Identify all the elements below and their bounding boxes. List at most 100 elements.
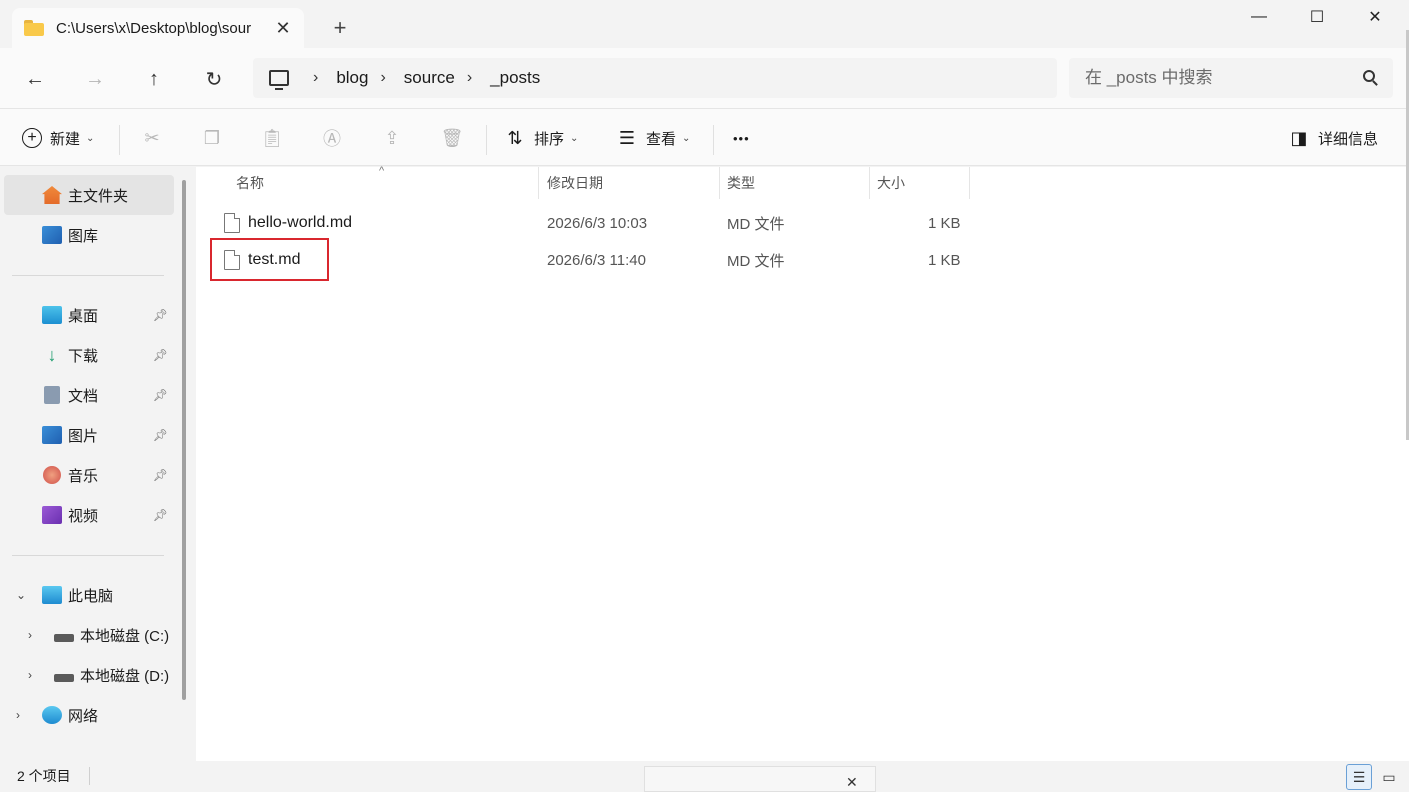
drive-icon <box>54 674 74 682</box>
back-button[interactable]: ← <box>18 62 52 96</box>
search-icon[interactable] <box>1363 70 1375 82</box>
scissors-icon: ✂ <box>144 127 160 148</box>
file-icon <box>224 250 240 270</box>
sidebar-item-label: 主文件夹 <box>68 187 129 205</box>
column-header-size[interactable]: 大小 <box>869 167 969 199</box>
sidebar-item-drive-c[interactable]: › 本地磁盘 (C:) <box>4 615 174 655</box>
pin-icon[interactable]: 📌︎ <box>153 348 168 362</box>
sidebar-item-gallery[interactable]: 图库 <box>4 215 174 255</box>
pin-icon[interactable]: 📌︎ <box>153 468 168 482</box>
column-label: 类型 <box>727 175 755 191</box>
sidebar-item-home[interactable]: 主文件夹 <box>4 175 174 215</box>
close-button[interactable]: ✕ <box>1346 0 1404 34</box>
sidebar-item-music[interactable]: 音乐 📌︎ <box>4 455 174 495</box>
file-row[interactable]: hello-world.md 2026/6/3 10:03 MD 文件 1 KB <box>212 205 972 241</box>
divider <box>713 125 714 155</box>
sidebar-item-documents[interactable]: 文档 📌︎ <box>4 375 174 415</box>
details-pane-icon: ◨ <box>1290 127 1308 148</box>
chevron-right-icon[interactable]: › <box>28 668 32 682</box>
column-label: 大小 <box>877 175 905 191</box>
chevron-down-icon: ⌄ <box>682 132 691 144</box>
file-type: MD 文件 <box>727 252 785 270</box>
file-size: 1 KB <box>928 251 961 269</box>
tab-close-icon[interactable]: ✕ <box>272 17 294 39</box>
breadcrumb-source[interactable]: source <box>404 68 455 88</box>
chevron-right-icon[interactable]: › <box>380 69 385 87</box>
copy-button[interactable]: ❐ <box>201 123 231 153</box>
rename-button[interactable]: Ⓐ <box>321 123 351 153</box>
network-icon <box>42 706 62 724</box>
pin-icon[interactable]: 📌︎ <box>153 508 168 522</box>
pin-icon[interactable]: 📌︎ <box>153 308 168 322</box>
chevron-right-icon[interactable]: › <box>28 628 32 642</box>
share-icon: ⇪ <box>384 127 400 148</box>
sidebar-item-label: 本地磁盘 (C:) <box>80 627 170 645</box>
column-header-type[interactable]: 类型 <box>719 167 869 199</box>
clipboard-icon: 📋︎ <box>260 127 284 148</box>
sidebar-item-drive-d[interactable]: › 本地磁盘 (D:) <box>4 655 174 695</box>
search-input[interactable] <box>1085 68 1345 88</box>
chevron-right-icon[interactable]: › <box>313 69 318 87</box>
close-icon[interactable]: ✕ <box>846 774 858 791</box>
details-button[interactable]: ◨ 详细信息 <box>1288 123 1378 153</box>
file-name-cell[interactable]: test.md <box>224 242 300 278</box>
chevron-down-icon[interactable]: ⌄ <box>16 588 26 602</box>
pin-icon[interactable]: 📌︎ <box>153 428 168 442</box>
file-name: test.md <box>248 251 301 268</box>
download-icon: ↓ <box>47 345 57 365</box>
window-thumbnail-preview[interactable] <box>644 766 876 792</box>
sidebar-item-pictures[interactable]: 图片 📌︎ <box>4 415 174 455</box>
new-button[interactable]: + 新建 ⌄ <box>22 123 94 153</box>
gallery-icon <box>42 226 62 244</box>
search-box[interactable] <box>1069 58 1393 98</box>
cut-button[interactable]: ✂ <box>141 123 171 153</box>
sort-button[interactable]: ⇅ 排序 ⌄ <box>504 123 578 153</box>
maximize-button[interactable]: ☐ <box>1288 0 1346 34</box>
explorer-tab[interactable]: C:\Users\x\Desktop\blog\sour ✕ <box>12 8 304 48</box>
chevron-down-icon: ⌄ <box>86 132 95 144</box>
item-count: 2 个项目 <box>17 768 71 784</box>
folder-icon <box>24 20 44 36</box>
column-header-modified[interactable]: 修改日期 <box>539 167 719 199</box>
breadcrumb-posts[interactable]: _posts <box>490 68 540 88</box>
column-label: 修改日期 <box>547 175 603 191</box>
forward-button[interactable]: → <box>78 62 112 96</box>
sidebar-item-network[interactable]: › 网络 <box>4 695 174 735</box>
sidebar-scrollbar[interactable] <box>182 180 186 700</box>
chevron-right-icon[interactable]: › <box>467 69 472 87</box>
sidebar-item-videos[interactable]: 视频 📌︎ <box>4 495 174 535</box>
view-button[interactable]: ☰ 查看 ⌄ <box>616 123 690 153</box>
address-field[interactable]: › blog › source › _posts <box>253 58 1057 98</box>
paste-button[interactable]: 📋︎ <box>261 123 291 153</box>
details-view-icon[interactable]: ☰ <box>1346 764 1372 790</box>
refresh-button[interactable]: ↻ <box>197 62 231 96</box>
address-toolbar: ← → ↑ ↻ › blog › source › _posts <box>0 48 1409 108</box>
file-name-cell[interactable]: hello-world.md <box>224 205 352 241</box>
sidebar-item-label: 图库 <box>68 227 99 245</box>
file-row[interactable]: test.md 2026/6/3 11:40 MD 文件 1 KB <box>212 242 972 278</box>
more-options-button[interactable]: ••• <box>733 123 750 153</box>
new-tab-button[interactable]: + <box>328 16 352 40</box>
tiles-view-icon[interactable]: ▭ <box>1376 764 1402 790</box>
sidebar-item-label: 网络 <box>68 707 99 725</box>
breadcrumb-blog[interactable]: blog <box>336 68 368 88</box>
sidebar-item-label: 桌面 <box>68 307 99 325</box>
chevron-down-icon: ⌄ <box>570 132 579 144</box>
delete-button[interactable]: 🗑︎ <box>441 123 471 153</box>
sidebar-item-downloads[interactable]: ↓ 下载 📌︎ <box>4 335 174 375</box>
share-button[interactable]: ⇪ <box>381 123 411 153</box>
column-divider[interactable] <box>969 167 970 199</box>
minimize-button[interactable]: — <box>1230 0 1288 34</box>
sidebar-divider <box>12 275 164 276</box>
sidebar-item-desktop[interactable]: 桌面 📌︎ <box>4 295 174 335</box>
sort-icon: ⇅ <box>507 127 523 148</box>
sidebar-item-this-pc[interactable]: ⌄ 此电脑 <box>4 575 174 615</box>
computer-icon[interactable] <box>269 70 289 90</box>
trash-icon: 🗑︎ <box>440 127 464 148</box>
chevron-right-icon[interactable]: › <box>16 708 20 722</box>
divider <box>119 125 120 155</box>
music-icon <box>43 466 61 484</box>
up-button[interactable]: ↑ <box>137 62 171 96</box>
pin-icon[interactable]: 📌︎ <box>153 388 168 402</box>
file-modified: 2026/6/3 11:40 <box>547 251 646 269</box>
